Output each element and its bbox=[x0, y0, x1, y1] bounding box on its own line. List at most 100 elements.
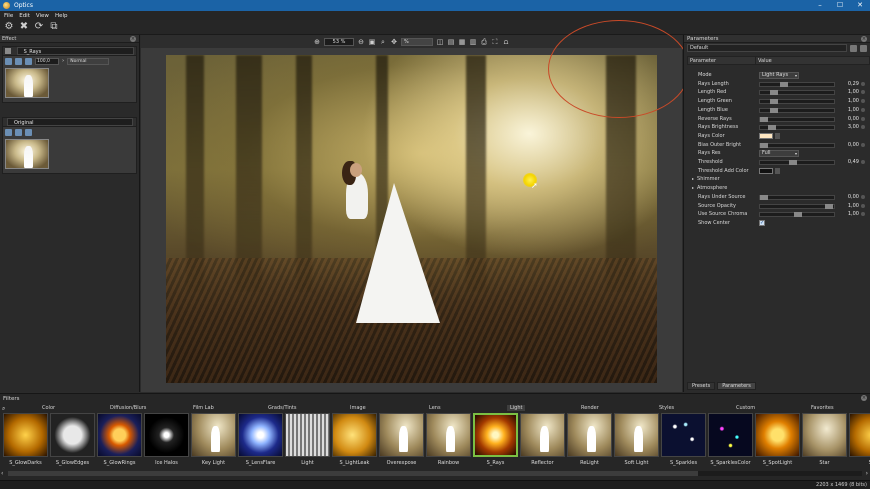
menu-view[interactable]: View bbox=[36, 13, 49, 19]
layer-name-field[interactable]: S_Rays bbox=[16, 47, 134, 55]
save-preset-icon[interactable] bbox=[850, 44, 857, 52]
show-center-checkbox[interactable]: ✓ bbox=[759, 219, 765, 226]
param-slider[interactable] bbox=[759, 125, 835, 131]
chevron-right-icon[interactable]: › bbox=[62, 58, 64, 64]
param-value[interactable]: 3,00 bbox=[839, 123, 859, 131]
original-mask-icon[interactable] bbox=[5, 128, 12, 136]
filter-tile[interactable]: S_LightLeak bbox=[331, 413, 378, 469]
param-value[interactable]: 0,00 bbox=[839, 115, 859, 123]
param-dropdown[interactable]: Full ▾ bbox=[759, 150, 799, 158]
param-value[interactable]: 1,00 bbox=[839, 202, 859, 210]
original-layer[interactable]: Original bbox=[2, 117, 137, 174]
filter-tile[interactable]: S_GlowEdges bbox=[49, 413, 96, 469]
zoom-field[interactable]: 53 % bbox=[324, 37, 354, 46]
filter-category-styles[interactable]: Styles bbox=[659, 405, 674, 411]
chevron-down-icon[interactable]: ▾ bbox=[795, 151, 797, 156]
slider-knob[interactable] bbox=[760, 194, 768, 200]
settings-gear-icon[interactable]: ⚙ bbox=[3, 21, 15, 33]
filter-tile[interactable]: Soft Light bbox=[613, 413, 660, 469]
filter-category-lens[interactable]: Lens bbox=[429, 405, 441, 411]
slider-knob[interactable] bbox=[824, 203, 833, 209]
zoom-in-icon[interactable]: ⊕ bbox=[313, 38, 321, 46]
bride-thumbnail-icon[interactable] bbox=[567, 413, 612, 457]
animate-dot-icon[interactable] bbox=[861, 142, 865, 147]
param-value[interactable]: 0,49 bbox=[839, 158, 859, 166]
view-select[interactable]: % bbox=[401, 37, 433, 46]
histogram-icon[interactable]: ⩍ bbox=[502, 38, 510, 46]
zoom-out-icon[interactable]: ⊖ bbox=[357, 38, 365, 46]
sparklescolor-thumbnail-icon[interactable] bbox=[708, 413, 753, 457]
single-view-icon[interactable]: ▦ bbox=[458, 38, 466, 46]
param-slider[interactable] bbox=[759, 107, 835, 113]
close-button[interactable]: ✕ bbox=[850, 0, 870, 11]
filter-category-grads-tints[interactable]: Grads/Tints bbox=[268, 405, 296, 411]
slider-knob[interactable] bbox=[760, 116, 768, 122]
param-value[interactable]: 1,00 bbox=[839, 210, 859, 218]
opacity-field[interactable]: 100,0 bbox=[35, 57, 59, 65]
param-slider[interactable] bbox=[759, 212, 835, 218]
scroll-left-icon[interactable]: ‹ bbox=[1, 470, 3, 477]
slider-knob[interactable] bbox=[768, 125, 777, 131]
param-slider[interactable] bbox=[759, 99, 835, 105]
spotlight-thumbnail-icon[interactable] bbox=[755, 413, 800, 457]
param-slider[interactable] bbox=[759, 90, 835, 96]
filter-tile[interactable]: Rainbow bbox=[425, 413, 472, 469]
maximize-button[interactable]: ☐ bbox=[830, 0, 850, 11]
layer-options-icon[interactable] bbox=[15, 57, 22, 65]
param-slider[interactable] bbox=[759, 142, 835, 148]
filter-tile[interactable]: Ice Halos bbox=[143, 413, 190, 469]
brush-icon[interactable] bbox=[25, 57, 32, 65]
saturn-thumbnail-icon[interactable] bbox=[50, 413, 95, 457]
slider-knob[interactable] bbox=[760, 142, 768, 148]
filter-category-film-lab[interactable]: Film Lab bbox=[193, 405, 214, 411]
eyedropper-icon[interactable] bbox=[775, 132, 780, 139]
fit-icon[interactable]: ▣ bbox=[368, 38, 376, 46]
filter-tile[interactable]: ReLight bbox=[566, 413, 613, 469]
color-swatch[interactable] bbox=[759, 132, 773, 139]
animate-dot-icon[interactable] bbox=[861, 203, 865, 208]
filter-category-image[interactable]: Image bbox=[350, 405, 366, 411]
param-value[interactable]: 0,29 bbox=[839, 80, 859, 88]
filter-tile[interactable]: S_LensFlare bbox=[237, 413, 284, 469]
filter-category-diffusion-blurs[interactable]: Diffusion/Blurs bbox=[110, 405, 146, 411]
param-slider[interactable] bbox=[759, 116, 835, 122]
glowdarks-thumbnail-icon[interactable] bbox=[849, 413, 870, 457]
slider-knob[interactable] bbox=[779, 81, 788, 87]
sparkles-thumbnail-icon[interactable] bbox=[661, 413, 706, 457]
close-filters-icon[interactable]: × bbox=[861, 395, 867, 401]
magnifier-icon[interactable]: ⌕ bbox=[379, 38, 387, 46]
close-panel-icon[interactable]: × bbox=[130, 36, 136, 42]
animate-dot-icon[interactable] bbox=[861, 116, 865, 121]
param-slider[interactable] bbox=[759, 160, 835, 165]
lensflare-thumbnail-icon[interactable] bbox=[238, 413, 283, 457]
menu-file[interactable]: File bbox=[4, 13, 13, 19]
bride-thumbnail-icon[interactable] bbox=[614, 413, 659, 457]
filter-tile[interactable]: Reflector bbox=[519, 413, 566, 469]
slider-knob[interactable] bbox=[770, 99, 779, 105]
animate-dot-icon[interactable] bbox=[861, 125, 865, 130]
param-value[interactable]: 0,00 bbox=[839, 141, 859, 149]
compare-icon[interactable]: ▥ bbox=[469, 38, 477, 46]
light-radius-ring[interactable] bbox=[548, 20, 690, 118]
tab-parameters[interactable]: Parameters bbox=[717, 382, 756, 390]
param-value[interactable]: 1,00 bbox=[839, 88, 859, 96]
filter-tile[interactable]: S_ bbox=[848, 413, 870, 469]
animate-dot-icon[interactable] bbox=[861, 160, 865, 164]
preset-select[interactable]: Default bbox=[687, 44, 847, 52]
minimize-button[interactable]: – bbox=[810, 0, 830, 11]
slider-knob[interactable] bbox=[770, 107, 779, 113]
chevron-down-icon[interactable]: ▾ bbox=[795, 73, 797, 78]
star-thumbnail-icon[interactable] bbox=[802, 413, 847, 457]
filter-category-color[interactable]: Color bbox=[42, 405, 55, 411]
eyedropper-icon[interactable] bbox=[775, 167, 780, 174]
bride-thumbnail-icon[interactable] bbox=[379, 413, 424, 457]
slider-knob[interactable] bbox=[770, 90, 779, 96]
move-icon[interactable]: ✥ bbox=[390, 38, 398, 46]
filter-category-custom[interactable]: Custom bbox=[736, 405, 755, 411]
animate-dot-icon[interactable] bbox=[861, 194, 865, 199]
refresh-icon[interactable]: ⟳ bbox=[33, 21, 45, 33]
glowrings-thumbnail-icon[interactable] bbox=[97, 413, 142, 457]
menu-help[interactable]: Help bbox=[55, 13, 68, 19]
icehalos-thumbnail-icon[interactable] bbox=[144, 413, 189, 457]
original-options-icon[interactable] bbox=[15, 128, 22, 136]
